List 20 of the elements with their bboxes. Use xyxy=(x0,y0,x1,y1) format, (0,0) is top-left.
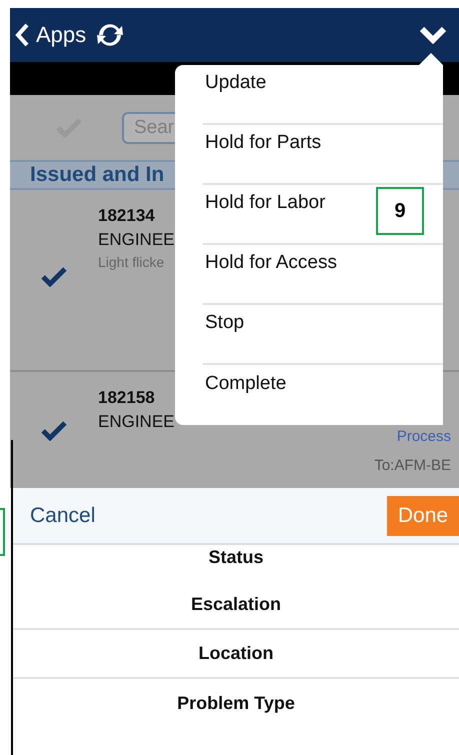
work-order-trade: ENGINEE xyxy=(98,412,175,432)
back-button[interactable]: Apps xyxy=(14,22,86,48)
work-order-number: 182158 xyxy=(98,388,156,408)
menu-item[interactable]: Update xyxy=(203,65,443,125)
work-order-number: 182134 xyxy=(98,206,156,226)
picker-option[interactable]: Location xyxy=(13,630,459,679)
work-order-trade: ENGINEE xyxy=(98,230,175,250)
checkmark-icon[interactable] xyxy=(41,420,67,441)
cancel-button[interactable]: Cancel xyxy=(13,504,96,528)
picker-option[interactable]: Escalation xyxy=(13,581,459,630)
annotation-callout: 9 xyxy=(376,187,424,235)
section-title: Issued and In xyxy=(30,163,164,187)
work-order-assignee: To:AFM-BE xyxy=(374,457,451,474)
checkmark-icon[interactable] xyxy=(41,266,67,287)
picker-option[interactable]: Status xyxy=(13,545,459,581)
work-order-description: Light flicke xyxy=(98,254,166,270)
picker-option[interactable]: Problem Type xyxy=(13,679,459,728)
work-order-status: Process xyxy=(396,428,451,445)
menu-pointer-icon xyxy=(419,53,443,65)
chevron-down-icon[interactable] xyxy=(419,26,447,44)
